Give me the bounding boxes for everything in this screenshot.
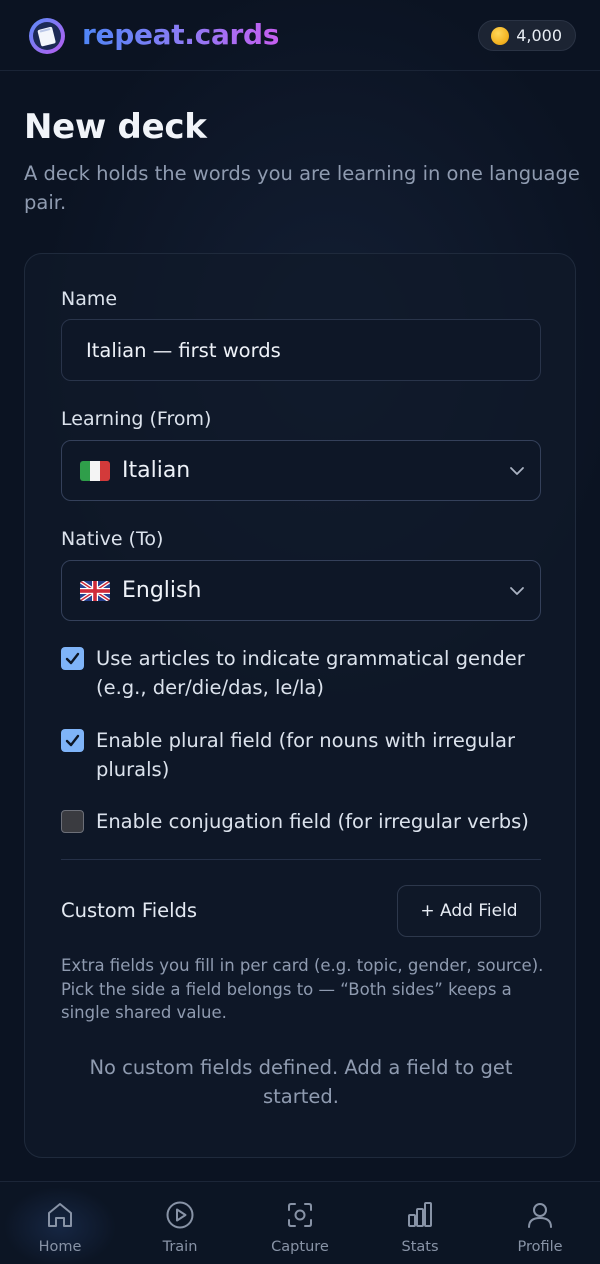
custom-fields-title: Custom Fields [61,899,198,922]
add-field-button[interactable]: + Add Field [397,885,541,937]
name-input-value: Italian — first words [86,338,281,362]
articles-checkbox[interactable] [61,647,84,670]
coin-balance[interactable]: 4,000 [478,20,576,51]
articles-option-label: Use articles to indicate grammatical gen… [96,647,525,699]
plural-checkbox[interactable] [61,729,84,752]
name-label: Name [61,288,118,310]
profile-icon [528,1203,552,1228]
plural-option[interactable]: Enable plural field (for nouns with irre… [61,726,541,784]
app-header: repeat.cards 4,000 [0,0,600,71]
custom-fields-help: Extra fields you fill in per card (e.g. … [61,956,544,1022]
native-label: Native (To) [61,528,164,550]
nav-stats-label: Stats [401,1239,439,1255]
home-icon [48,1203,72,1227]
nav-capture[interactable]: Capture [240,1182,360,1264]
conjugation-option-label: Enable conjugation field (for irregular … [96,810,529,833]
logo-icon[interactable] [28,17,66,55]
name-input[interactable]: Italian — first words [61,319,541,381]
new-deck-form: Name Italian — first words Learning (Fro… [24,253,576,1158]
brand-name[interactable]: repeat.cards [82,16,279,54]
learning-language-value: Italian [122,458,191,483]
capture-icon [288,1203,312,1227]
chevron-down-icon [510,587,524,595]
nav-profile-label: Profile [517,1239,563,1255]
bottom-nav: Home Train Capture Stats Profile [0,1181,600,1264]
conjugation-checkbox[interactable] [61,810,84,833]
chevron-down-icon [510,467,524,475]
conjugation-option[interactable]: Enable conjugation field (for irregular … [61,807,541,836]
italy-flag-icon [80,460,110,481]
uk-flag-icon [80,580,110,601]
plural-option-label: Enable plural field (for nouns with irre… [96,729,515,781]
custom-fields-empty-state: No custom fields defined. Add a field to… [89,1056,513,1108]
articles-option[interactable]: Use articles to indicate grammatical gen… [61,644,541,702]
nav-home[interactable]: Home [0,1182,120,1264]
checkmark-icon [65,734,80,747]
page-subtitle: A deck holds the words you are learning … [24,162,580,214]
native-language-select[interactable]: English [61,560,541,621]
nav-home-label: Home [38,1239,82,1255]
nav-profile[interactable]: Profile [480,1182,600,1264]
stats-icon [408,1202,432,1227]
nav-capture-label: Capture [271,1239,329,1255]
play-icon [166,1201,194,1229]
native-language-value: English [122,578,202,603]
nav-train[interactable]: Train [120,1182,240,1264]
learning-label: Learning (From) [61,408,212,430]
divider [61,859,541,860]
coin-count: 4,000 [516,26,562,45]
learning-language-select[interactable]: Italian [61,440,541,501]
nav-stats[interactable]: Stats [360,1182,480,1264]
page-title: New deck [24,107,207,147]
coin-icon [491,26,510,45]
nav-train-label: Train [162,1239,198,1255]
checkmark-icon [65,652,80,665]
